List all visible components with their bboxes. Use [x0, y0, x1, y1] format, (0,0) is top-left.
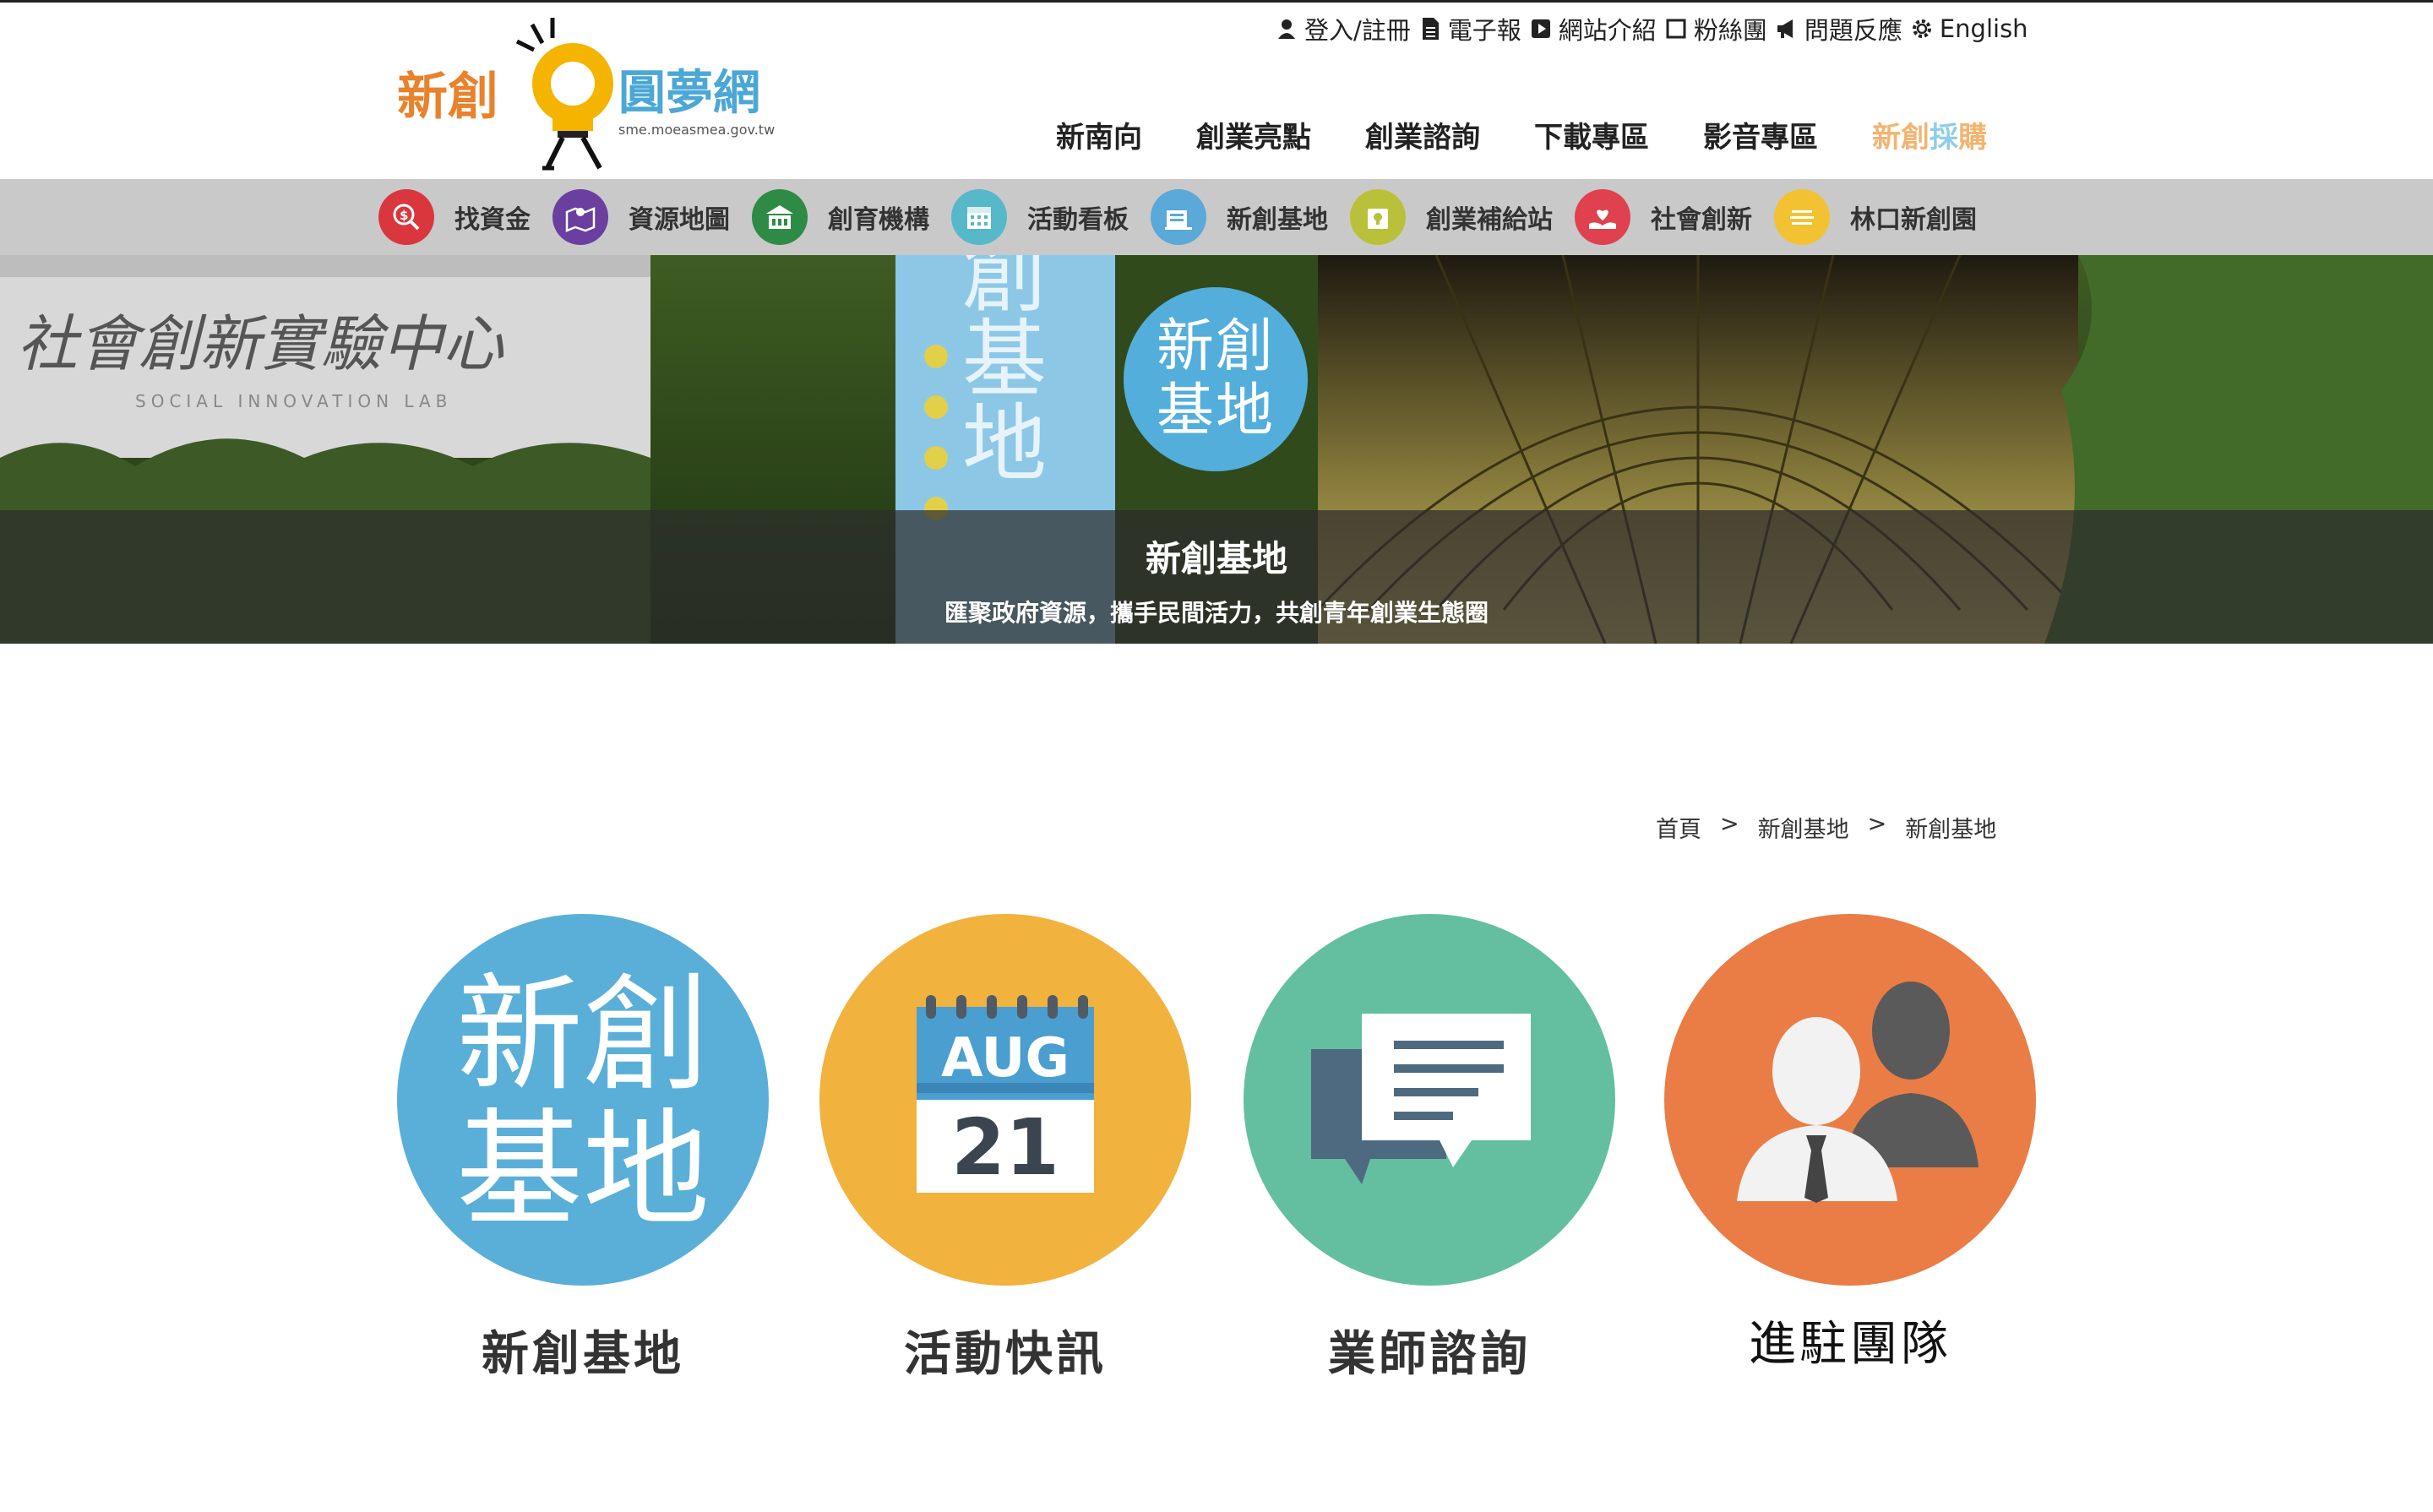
card-resident-teams[interactable]: 進駐團隊: [1664, 914, 2036, 1374]
map-icon: [552, 189, 608, 245]
site-logo[interactable]: 新創 圓夢網 sme.moeasmea.gov.tw: [397, 14, 803, 175]
nav-highlights[interactable]: 創業亮點: [1196, 114, 1311, 155]
hero-title: 新創基地: [1145, 538, 1287, 579]
quick-link-label: 活動看板: [1027, 205, 1129, 235]
newsletter-label: 電子報: [1447, 16, 1521, 45]
breadcrumb: 首頁 > 新創基地 > 新創基地: [1656, 811, 2015, 844]
base-icon: [1151, 189, 1206, 245]
calendar-icon: AUG 21: [819, 914, 1191, 1286]
quick-link-label: 社會創新: [1651, 205, 1752, 235]
chat-bubble-icon: [1244, 914, 1615, 1286]
login-label: 登入/註冊: [1304, 16, 1411, 45]
card-icon-line2: 基地: [456, 1097, 710, 1244]
nav-new-south[interactable]: 新南向: [1056, 114, 1142, 155]
supply-icon: [1350, 189, 1406, 245]
site-header: 新創 圓夢網 sme.moeasmea.gov.tw 登入/註冊 電子報 網站介…: [0, 0, 2433, 179]
nav-videos[interactable]: 影音專區: [1703, 114, 1818, 155]
card-title: 進駐團隊: [1749, 1317, 1951, 1372]
logo-domain: sme.moeasmea.gov.tw: [618, 122, 775, 138]
quick-link-base[interactable]: 新創基地: [1151, 189, 1328, 245]
quick-link-label: 創業補給站: [1426, 205, 1553, 235]
calendar-icon: [951, 189, 1007, 245]
fans-link[interactable]: 粉絲團: [1665, 11, 1767, 46]
breadcrumb-current: 新創基地: [1905, 817, 1997, 843]
quick-link-linkou[interactable]: 林口新創園: [1774, 189, 1977, 245]
calendar-day: 21: [951, 1102, 1059, 1193]
about-label: 網站介紹: [1558, 16, 1657, 45]
hero-banner: 社會創新實驗中心 SOCIAL INNOVATION LAB 新創基地 新創 基…: [0, 255, 2433, 644]
logo-graphic: 新創 圓夢網 sme.moeasmea.gov.tw: [397, 18, 775, 171]
park-icon: [1774, 189, 1830, 245]
card-icon-line1: 新創: [456, 962, 710, 1109]
sign-text: 社會創新實驗中心: [17, 308, 504, 379]
hero-badge-line2: 基地: [1156, 378, 1275, 444]
main-nav: 新南向 創業亮點 創業諮詢 下載專區 影音專區 新創採購: [1056, 114, 2041, 155]
startup-base-icon: 新創 基地: [397, 914, 769, 1286]
calendar-month: AUG: [941, 1027, 1070, 1090]
breadcrumb-section[interactable]: 新創基地: [1758, 811, 1849, 844]
svg-text:$: $: [400, 208, 408, 223]
card-title: 活動快訊: [904, 1327, 1107, 1382]
card-title: 新創基地: [482, 1327, 684, 1382]
card-title: 業師諮詢: [1328, 1327, 1531, 1382]
nav-procurement-a: 新創: [1872, 121, 1930, 155]
fans-label: 粉絲團: [1693, 16, 1767, 45]
quick-link-supply[interactable]: 創業補給站: [1350, 189, 1553, 245]
hero-subtitle: 匯聚政府資源，攜手民間活力，共創青年創業生態圈: [944, 599, 1489, 627]
document-icon: [1422, 18, 1439, 40]
team-people-icon: [1664, 914, 2036, 1286]
card-startup-base[interactable]: 新創 基地 新創基地: [397, 914, 769, 1384]
quick-link-incubators[interactable]: 創育機構: [752, 189, 929, 245]
hero-badge: 新創 基地: [1124, 287, 1308, 471]
newsletter-link[interactable]: 電子報: [1419, 11, 1521, 46]
quick-link-label: 林口新創園: [1850, 205, 1977, 235]
logo-name-right: 圓夢網: [618, 66, 760, 121]
utility-nav: 登入/註冊 電子報 網站介紹 粉絲團 問題反應 English: [1276, 11, 2037, 46]
feedback-label: 問題反應: [1804, 16, 1902, 45]
login-link[interactable]: 登入/註冊: [1276, 11, 1411, 46]
user-icon: [1278, 19, 1295, 39]
nav-procurement[interactable]: 新創採購: [1872, 114, 1987, 155]
feedback-link[interactable]: 問題反應: [1776, 11, 1902, 46]
heart-hand-icon: [1575, 189, 1630, 245]
square-icon: [1666, 19, 1686, 39]
quick-link-label: 新創基地: [1227, 205, 1328, 235]
english-label: English: [1939, 14, 2028, 43]
hero-caption: 新創基地 匯聚政府資源，攜手民間活力，共創青年創業生態圈: [0, 510, 2433, 644]
money-search-icon: $: [378, 189, 434, 245]
quick-link-funding[interactable]: $ 找資金: [378, 189, 531, 245]
building-icon: [752, 189, 808, 245]
nav-consulting[interactable]: 創業諮詢: [1365, 114, 1480, 155]
quick-link-label: 創育機構: [828, 205, 929, 235]
quick-link-label: 找資金: [454, 205, 531, 235]
gear-icon: [1912, 19, 1931, 38]
megaphone-icon: [1777, 19, 1793, 38]
breadcrumb-home[interactable]: 首頁: [1656, 811, 1701, 844]
pillar-text: 新創基地: [948, 255, 1047, 483]
quick-link-bar: $ 找資金 資源地圖 創育機構 活動看板 新創基地 創業補給站 社會創新 林口新…: [0, 179, 2433, 255]
play-icon: [1531, 19, 1550, 38]
breadcrumb-separator: >: [1720, 811, 1739, 837]
quick-link-label: 資源地圖: [629, 205, 730, 235]
english-link[interactable]: English: [1911, 14, 2028, 43]
nav-downloads[interactable]: 下載專區: [1534, 114, 1649, 155]
nav-procurement-c: 購: [1958, 121, 1987, 155]
logo-name-left: 新創: [397, 68, 498, 127]
hero-badge-line1: 新創: [1156, 313, 1275, 380]
nav-procurement-b: 採: [1930, 121, 1958, 155]
sign-subtext: SOCIAL INNOVATION LAB: [135, 391, 452, 411]
about-link[interactable]: 網站介紹: [1530, 11, 1657, 46]
quick-link-social[interactable]: 社會創新: [1575, 189, 1752, 245]
quick-link-map[interactable]: 資源地圖: [552, 189, 730, 245]
quick-link-events[interactable]: 活動看板: [951, 189, 1129, 245]
card-mentor-consult[interactable]: 業師諮詢: [1244, 914, 1615, 1384]
card-event-news[interactable]: AUG 21 活動快訊: [819, 914, 1191, 1384]
breadcrumb-separator: >: [1867, 811, 1887, 837]
